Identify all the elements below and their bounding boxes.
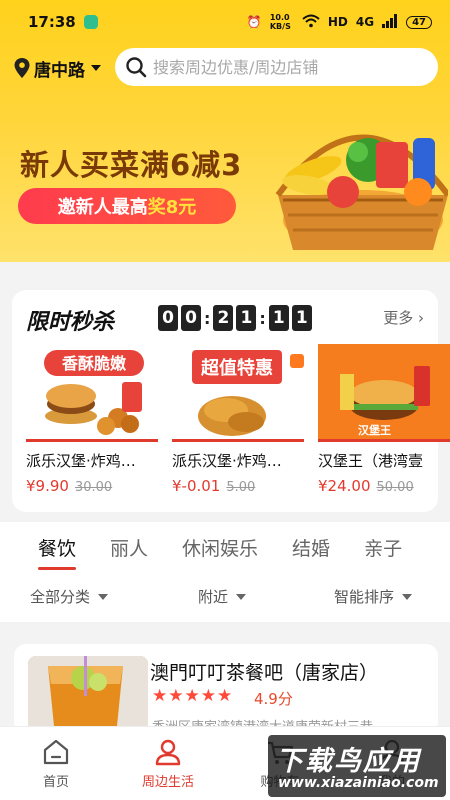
filter-label: 附近 <box>198 588 229 606</box>
flash-sale-title: 限时秒杀 <box>26 310 115 335</box>
store-name: 澳門叮叮茶餐吧（唐家店） <box>150 662 379 684</box>
wifi-icon <box>302 14 320 31</box>
top-bar: 唐中路 <box>0 48 450 88</box>
location-selector[interactable]: 唐中路 <box>14 56 101 81</box>
network-speed: 10.0 KB/S <box>269 13 291 31</box>
status-bar: 17:38 ⏰ 10.0 KB/S HD 4G 47 <box>0 0 450 44</box>
product-tag: 汉堡王 <box>358 423 391 437</box>
sale-price: ¥9.90 <box>26 477 69 495</box>
filter-sort[interactable]: 智能排序 <box>334 586 413 607</box>
flash-sale-item[interactable]: 香酥脆嫩 派乐汉堡·炸鸡… ¥9.90 30.00 <box>26 344 158 495</box>
signal-icon <box>382 13 398 31</box>
home-icon <box>43 739 69 765</box>
hd-label: HD <box>327 15 348 29</box>
tab-leisure[interactable]: 休闲娱乐 <box>182 534 258 561</box>
battery-indicator: 47 <box>406 15 432 29</box>
banner-title[interactable]: 新人买菜满6减3 <box>20 142 242 184</box>
caret-down-icon <box>98 593 109 600</box>
product-name: 汉堡王（港湾壹 <box>318 452 424 470</box>
product-tag: 香酥脆嫩 <box>61 354 127 373</box>
countdown-digit: 0 <box>181 305 201 331</box>
countdown-timer: 0 0 : 2 1 : 1 1 <box>158 305 315 331</box>
banner-highlight: 奖8元 <box>147 197 197 218</box>
filter-label: 全部分类 <box>30 588 91 606</box>
countdown-digit: 1 <box>236 305 257 331</box>
filter-distance[interactable]: 附近 <box>198 586 247 607</box>
nav-nearby[interactable]: 周边生活 <box>112 727 224 800</box>
nav-label: 周边生活 <box>141 775 194 790</box>
tab-wedding[interactable]: 结婚 <box>292 534 330 561</box>
status-time: 17:38 <box>28 13 76 31</box>
watermark-title: 下载鸟应用 <box>276 746 421 777</box>
filter-category[interactable]: 全部分类 <box>30 586 109 607</box>
tab-beauty[interactable]: 丽人 <box>110 534 148 561</box>
flash-sale-item[interactable]: 超值特惠 派乐汉堡·炸鸡… ¥-0.01 5.00 <box>172 344 304 495</box>
countdown-separator: : <box>204 308 211 328</box>
product-name: 派乐汉堡·炸鸡… <box>26 452 136 470</box>
store-image <box>28 656 148 734</box>
product-image: 超值特惠 <box>172 344 304 442</box>
original-price: 5.00 <box>226 480 256 495</box>
watermark-logo: 下载鸟应用 www.xiazainiao.com <box>268 735 446 797</box>
more-label: 更多 <box>383 309 414 327</box>
more-link[interactable]: 更多 › <box>383 307 424 328</box>
tab-dining[interactable]: 餐饮 <box>38 534 77 570</box>
flash-sale-card: 限时秒杀 0 0 : 2 1 : 1 1 更多 › 香酥脆嫩 派乐汉堡·炸鸡… … <box>12 290 450 512</box>
product-image: 汉堡王 <box>318 344 450 442</box>
category-tabs: 餐饮 丽人 休闲娱乐 结婚 亲子 <box>38 534 436 570</box>
countdown-digit: 2 <box>213 305 234 331</box>
price-row: ¥24.00 50.00 <box>318 477 450 495</box>
original-price: 30.00 <box>74 480 113 495</box>
location-pin-icon <box>14 58 30 78</box>
countdown-separator: : <box>259 308 266 328</box>
category-section: 餐饮 丽人 休闲娱乐 结婚 亲子 全部分类 附近 智能排序 <box>0 522 450 622</box>
chevron-right-icon: › <box>413 309 424 327</box>
flash-sale-items: 香酥脆嫩 派乐汉堡·炸鸡… ¥9.90 30.00 超值特惠 派乐汉堡·炸鸡… … <box>26 344 450 495</box>
banner-subtitle: 邀新人最高 <box>57 197 148 218</box>
flash-sale-item[interactable]: 汉堡王 汉堡王（港湾壹 ¥24.00 50.00 <box>318 344 450 495</box>
countdown-digit: 1 <box>291 305 312 331</box>
network-type: 4G <box>355 15 375 29</box>
alarm-icon: ⏰ <box>246 15 262 29</box>
price-row: ¥-0.01 5.00 <box>172 477 304 495</box>
chevron-down-icon <box>91 65 101 71</box>
nav-label: 首页 <box>42 775 69 790</box>
rating-stars: ★★★★★ <box>152 686 234 706</box>
product-tag: 超值特惠 <box>201 357 273 379</box>
original-price: 50.00 <box>376 480 414 495</box>
search-input[interactable] <box>153 57 413 77</box>
sale-price: ¥-0.01 <box>172 477 221 495</box>
caret-down-icon <box>236 593 247 600</box>
countdown-digit: 0 <box>158 305 178 331</box>
product-image: 香酥脆嫩 <box>26 344 158 442</box>
tab-family[interactable]: 亲子 <box>364 534 402 561</box>
filter-label: 智能排序 <box>334 588 395 606</box>
person-icon <box>155 739 181 766</box>
banner-invite-button[interactable]: 邀新人最高 奖8元 <box>18 188 236 224</box>
location-name: 唐中路 <box>34 60 85 81</box>
price-row: ¥9.90 30.00 <box>26 477 158 495</box>
store-card[interactable]: 澳門叮叮茶餐吧（唐家店） ★★★★★ 4.9分 香洲区唐家湾镇港湾大道唐荣新村三… <box>14 644 438 734</box>
caret-down-icon <box>402 593 413 600</box>
product-name: 派乐汉堡·炸鸡… <box>172 452 282 470</box>
search-bar[interactable] <box>115 48 438 86</box>
search-icon <box>126 57 147 78</box>
sale-price: ¥24.00 <box>318 477 371 495</box>
nav-home[interactable]: 首页 <box>0 727 112 800</box>
countdown-digit: 1 <box>268 305 289 331</box>
grocery-basket-illustration <box>275 134 448 250</box>
app-notification-icon <box>83 15 98 29</box>
watermark-url: www.xiazainiao.com <box>278 775 439 791</box>
rating-score: 4.9分 <box>254 690 293 708</box>
